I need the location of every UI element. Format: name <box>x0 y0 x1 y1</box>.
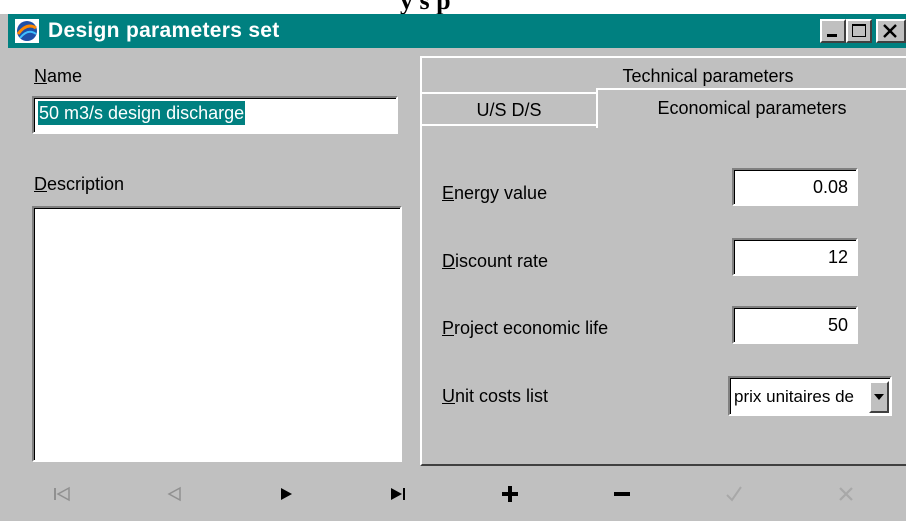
minimize-button[interactable] <box>820 19 846 43</box>
energy-label-rest: nergy value <box>454 183 548 203</box>
description-label-rest: escription <box>47 174 125 194</box>
discount-rate-value: 12 <box>827 247 848 267</box>
first-record-button[interactable] <box>8 466 116 521</box>
first-icon <box>54 486 70 501</box>
tab-us-ds[interactable]: U/S D/S <box>420 92 598 126</box>
description-label-accel: D <box>34 174 47 194</box>
minus-icon <box>614 491 630 496</box>
post-button[interactable] <box>680 466 788 521</box>
insert-record-button[interactable] <box>456 466 564 521</box>
last-icon <box>391 487 405 500</box>
name-label-rest: ame <box>47 66 83 86</box>
check-icon <box>726 485 742 502</box>
name-label: Name <box>34 66 82 87</box>
minimize-icon <box>827 34 837 37</box>
description-label: Description <box>34 174 124 195</box>
tab-technical-label: Technical parameters <box>622 66 794 86</box>
prior-icon <box>167 486 181 501</box>
energy-label-accel: E <box>442 183 455 203</box>
record-navigator <box>8 466 906 521</box>
energy-value: 0.08 <box>812 177 848 197</box>
chevron-down-icon <box>874 394 884 400</box>
unitcost-label-rest: nit costs list <box>455 386 549 406</box>
title-bar[interactable]: Design parameters set <box>8 14 906 48</box>
life-label-rest: roject economic life <box>454 318 609 338</box>
unit-costs-list-label: Unit costs list <box>442 386 548 407</box>
plus-icon <box>502 485 518 502</box>
project-economic-life-value: 50 <box>827 315 848 335</box>
discount-label-rest: iscount rate <box>455 251 549 271</box>
next-record-button[interactable] <box>232 466 340 521</box>
maximize-button[interactable] <box>846 19 872 43</box>
delete-record-button[interactable] <box>568 466 676 521</box>
window-left-edge <box>0 14 8 521</box>
dropdown-button[interactable] <box>869 381 889 413</box>
window-title: Design parameters set <box>48 19 280 42</box>
unit-costs-list-value: prix unitaires de <box>734 387 855 406</box>
tab-economical-parameters[interactable]: Economical parameters <box>596 88 906 128</box>
close-icon <box>883 24 897 38</box>
next-icon <box>281 487 292 500</box>
description-field[interactable] <box>32 206 402 462</box>
maximize-icon <box>852 24 866 37</box>
discount-label-accel: D <box>442 251 455 271</box>
app-icon[interactable] <box>14 18 40 44</box>
name-field[interactable]: 50 m3/s design discharge <box>32 96 398 134</box>
name-label-accel: N <box>34 66 47 86</box>
cancel-icon <box>839 486 853 501</box>
project-economic-life-field[interactable]: 50 <box>732 306 858 344</box>
life-label-accel: P <box>442 318 455 338</box>
tab-us-ds-label: U/S D/S <box>476 100 542 120</box>
document-heading-fragment: y s p <box>0 0 906 14</box>
energy-value-field[interactable]: 0.08 <box>732 168 858 206</box>
prior-record-button[interactable] <box>120 466 228 521</box>
heading-fragment-text: y s p <box>400 0 451 14</box>
unit-costs-list-select[interactable]: prix unitaires de <box>728 376 892 416</box>
discount-rate-field[interactable]: 12 <box>732 238 858 276</box>
cancel-button[interactable] <box>792 466 900 521</box>
project-economic-life-label: Project economic life <box>442 318 608 339</box>
last-record-button[interactable] <box>344 466 452 521</box>
unitcost-label-accel: U <box>442 386 455 406</box>
energy-value-label: Energy value <box>442 183 547 204</box>
name-field-value: 50 m3/s design discharge <box>38 101 246 125</box>
tab-economical-label: Economical parameters <box>657 98 847 118</box>
discount-rate-label: Discount rate <box>442 251 548 272</box>
close-button[interactable] <box>876 19 906 43</box>
